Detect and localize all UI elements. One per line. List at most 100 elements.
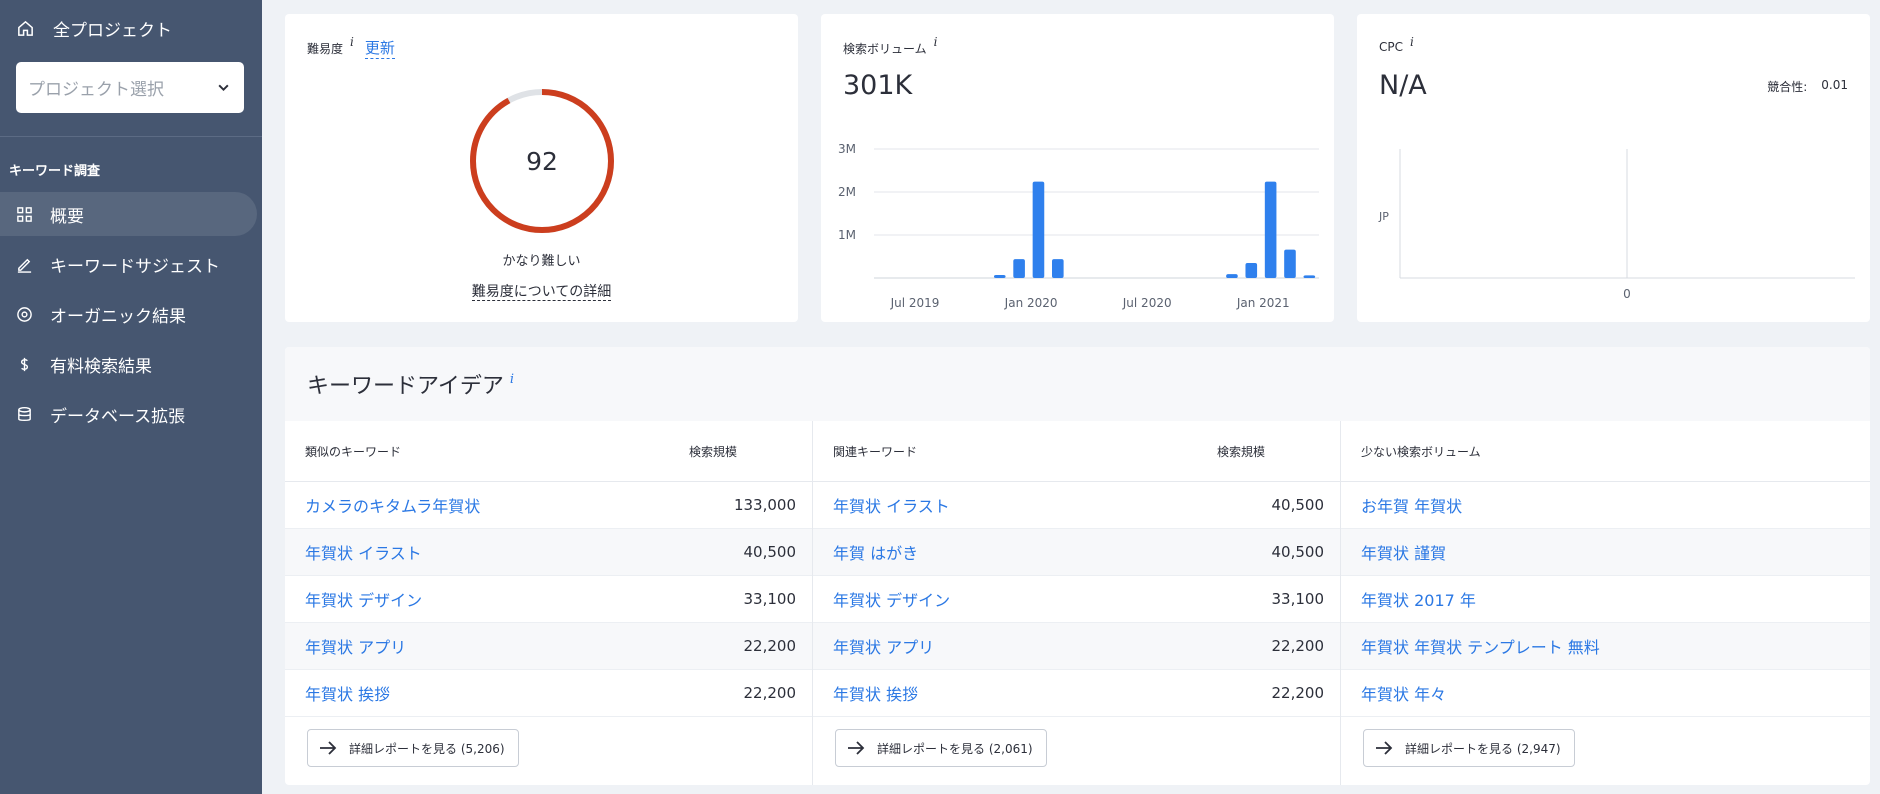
sidebar-item-label: オーガニック結果 [50,306,186,327]
keyword-list: カメラのキタムラ年賀状 133,000 年賀状 イラスト 40,500 年賀状 デザ… [285,482,812,717]
grid-icon [17,206,32,222]
view-report-button[interactable]: 詳細レポートを見る (2,061) [835,729,1047,767]
volume-bar [1032,181,1045,278]
keyword-link[interactable]: 年賀状 挨拶 [305,681,390,705]
cpc-category-label: JP [1378,210,1389,223]
keyword-volume: 22,200 [1271,684,1325,702]
cpc-chart: JP 0 [1378,149,1855,301]
x-tick-label: Jan 2021 [1236,296,1290,310]
keyword-link[interactable]: 年賀状 アプリ [833,634,934,658]
column-header: 関連キーワード 検索規模 [813,421,1340,482]
volume-bar [1226,274,1238,278]
view-report-button[interactable]: 詳細レポートを見る (5,206) [307,729,519,767]
difficulty-score: 92 [526,147,558,176]
volume-bar [1303,275,1316,278]
competition-label: 競合性: [1767,80,1808,94]
keyword-volume: 33,100 [743,590,797,608]
keyword-ideas-header: キーワードアイデア i [285,347,1870,421]
view-report-label: 詳細レポートを見る (5,206) [349,741,505,756]
keyword-link[interactable]: 年賀状 デザイン [305,587,422,611]
info-icon[interactable]: i [350,35,354,49]
keyword-volume: 22,200 [1271,637,1325,655]
volume-bar [1264,181,1277,278]
difficulty-gauge: 92 [470,89,614,233]
keyword-link[interactable]: 年賀状 年々 [1361,681,1446,705]
keyword-row: 年賀状 イラスト 40,500 [813,482,1340,529]
keyword-row: 年賀状 デザイン 33,100 [285,576,812,623]
competition: 競合性: 0.01 [1767,78,1848,95]
low-volume-keywords-column: 少ない検索ボリューム お年賀 年賀状 年賀状 謹賀 年賀状 2017 年 年賀状… [1341,421,1870,785]
keyword-link[interactable]: 年賀状 イラスト [833,493,950,517]
project-select[interactable]: プロジェクト選択 [16,62,244,113]
keyword-row: 年賀状 挨拶 22,200 [813,670,1340,717]
sidebar-item-label: データベース拡張 [50,406,186,427]
dollar-icon [20,357,29,371]
keyword-row: 年賀状 イラスト 40,500 [285,529,812,576]
keyword-link[interactable]: 年賀状 2017 年 [1361,587,1476,611]
sidebar-item-keyword-suggest[interactable]: キーワードサジェスト [0,242,257,286]
view-report-button[interactable]: 詳細レポートを見る (2,947) [1363,729,1575,767]
sidebar-item-label: 概要 [50,206,84,227]
arrow-right-icon [320,741,337,755]
keyword-link[interactable]: 年賀状 年賀状 テンプレート 無料 [1361,634,1600,658]
keyword-link[interactable]: 年賀 はがき [833,540,918,564]
keyword-link[interactable]: 年賀状 イラスト [305,540,422,564]
keyword-volume: 40,500 [743,543,797,561]
x-tick-label: Jan 2020 [1004,296,1058,310]
keyword-volume: 33,100 [1271,590,1325,608]
info-icon[interactable]: i [1410,35,1414,49]
keyword-volume: 40,500 [1271,543,1325,561]
sidebar-item-organic-results[interactable]: オーガニック結果 [0,292,257,336]
keyword-link[interactable]: 年賀状 アプリ [305,634,406,658]
column-title: 少ない検索ボリューム [1361,444,1481,459]
sidebar-item-overview[interactable]: 概要 [0,192,257,236]
all-projects-label: 全プロジェクト [53,20,172,41]
difficulty-detail-link[interactable]: 難易度についての詳細 [285,281,798,301]
volume-bar [1052,259,1064,278]
difficulty-header: 難易度 i 更新 [307,35,395,59]
keyword-row: 年賀状 2017 年 [1341,576,1870,623]
keyword-link[interactable]: カメラのキタムラ年賀状 [305,493,480,517]
keyword-ideas-panel: キーワードアイデア i 類似のキーワード 検索規模 カメラのキタムラ年賀状 133… [285,347,1870,785]
project-select-placeholder: プロジェクト選択 [28,80,164,100]
info-icon[interactable]: i [934,35,938,49]
keyword-link[interactable]: 年賀状 デザイン [833,587,950,611]
sidebar-item-database-expansion[interactable]: データベース拡張 [0,392,257,436]
volume-bar [1013,259,1025,278]
target-icon [17,306,32,322]
sidebar-nav: 概要 キーワードサジェスト オーガニック結果 有料検索結果 データベース拡張 [0,192,262,442]
view-report-label: 詳細レポートを見る (2,947) [1405,741,1561,756]
sidebar-divider [0,136,262,137]
keyword-row: 年賀状 謹賀 [1341,529,1870,576]
keyword-volume: 40,500 [1271,496,1325,514]
column-title: 類似のキーワード [305,444,402,459]
keyword-row: 年賀 はがき 40,500 [813,529,1340,576]
sidebar-item-label: 有料検索結果 [50,356,152,377]
y-tick-label: 1M [838,228,856,242]
volume-header: 検索ボリューム i [843,35,938,57]
keyword-list: 年賀状 イラスト 40,500 年賀 はがき 40,500 年賀状 デザイン 33,1… [813,482,1340,717]
cpc-x-tick: 0 [1623,287,1631,301]
keyword-link[interactable]: お年賀 年賀状 [1361,493,1462,517]
keyword-link[interactable]: 年賀状 謹賀 [1361,540,1446,564]
volume-column-title: 検索規模 [1216,444,1265,459]
keyword-volume: 133,000 [733,496,796,514]
keyword-link[interactable]: 年賀状 挨拶 [833,681,918,705]
column-header: 少ない検索ボリューム [1341,421,1870,482]
all-projects-link[interactable]: 全プロジェクト [0,0,262,56]
difficulty-caption: かなり難しい [502,254,581,269]
keyword-ideas-title: キーワードアイデア [307,374,504,399]
sidebar: 全プロジェクト プロジェクト選択 キーワード調査 概要 キーワードサジェスト オ… [0,0,262,794]
info-icon[interactable]: i [510,372,514,387]
keyword-row: 年賀状 アプリ 22,200 [285,623,812,670]
column-header: 類似のキーワード 検索規模 [285,421,812,482]
y-tick-label: 2M [838,185,856,199]
sidebar-item-paid-results[interactable]: 有料検索結果 [0,342,257,386]
keyword-list: お年賀 年賀状 年賀状 謹賀 年賀状 2017 年 年賀状 年賀状 テンプレート… [1341,482,1870,717]
update-link[interactable]: 更新 [364,37,395,59]
keyword-row: 年賀状 年賀状 テンプレート 無料 [1341,623,1870,670]
keyword-row: カメラのキタムラ年賀状 133,000 [285,482,812,529]
keyword-columns: 類似のキーワード 検索規模 カメラのキタムラ年賀状 133,000 年賀状 イラス… [285,421,1870,785]
keyword-volume: 22,200 [743,637,797,655]
keyword-row: 年賀状 アプリ 22,200 [813,623,1340,670]
